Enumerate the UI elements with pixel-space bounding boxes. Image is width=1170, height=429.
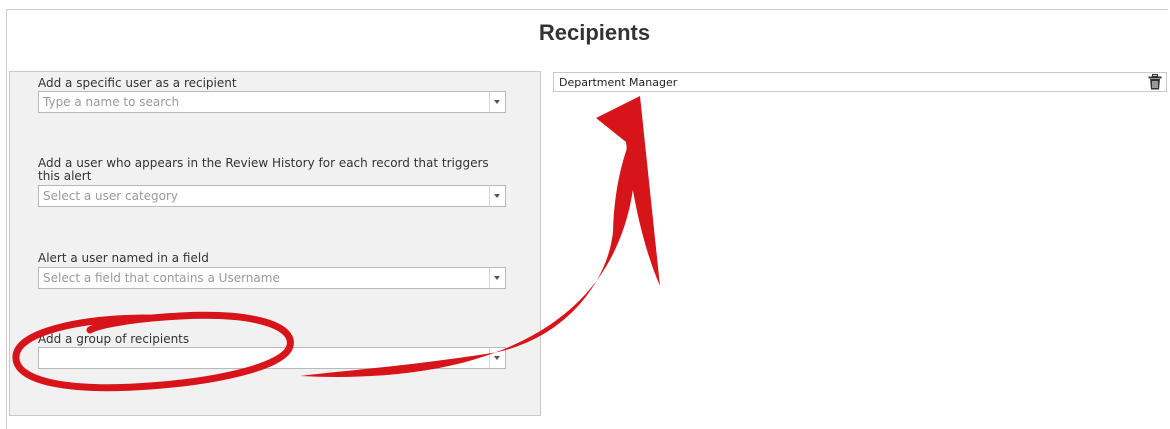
chevron-down-icon[interactable] <box>489 348 505 368</box>
chevron-down-icon[interactable] <box>489 92 505 112</box>
user-category-placeholder: Select a user category <box>43 189 179 203</box>
recipient-row: Department Manager <box>553 72 1167 92</box>
chevron-down-icon[interactable] <box>489 268 505 288</box>
specific-user-label: Add a specific user as a recipient <box>38 76 237 90</box>
chevron-down-icon[interactable] <box>489 186 505 206</box>
specific-user-placeholder: Type a name to search <box>43 95 180 109</box>
username-field-placeholder: Select a field that contains a Username <box>43 271 280 285</box>
field-user-label: Alert a user named in a field <box>38 251 209 265</box>
group-label: Add a group of recipients <box>38 332 190 346</box>
trash-icon[interactable] <box>1148 74 1162 90</box>
recipient-group-combobox[interactable] <box>38 347 506 369</box>
review-history-user-label: Add a user who appears in the Review His… <box>38 156 489 183</box>
recipient-name: Department Manager <box>559 76 678 89</box>
user-category-combobox[interactable]: Select a user category <box>38 185 506 207</box>
specific-user-combobox[interactable]: Type a name to search <box>38 91 506 113</box>
page-title: Recipients <box>538 20 651 45</box>
username-field-combobox[interactable]: Select a field that contains a Username <box>38 267 506 289</box>
